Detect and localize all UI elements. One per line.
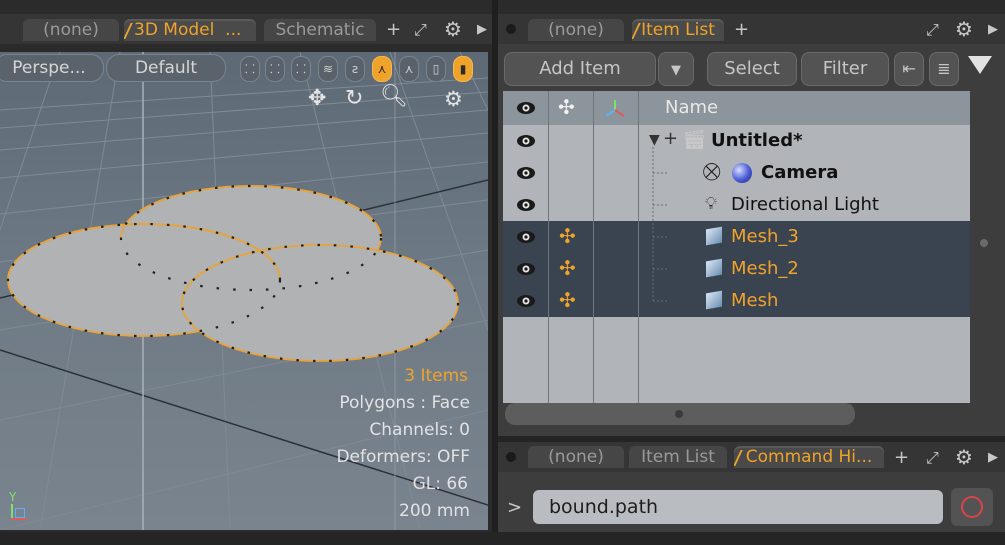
visibility-mode-5-icon[interactable]: ƨ (345, 56, 365, 82)
hierarchy-lines (652, 147, 669, 302)
pan-icon[interactable]: ✥ (308, 88, 326, 110)
list-item-label: Camera (761, 162, 839, 183)
column-divider[interactable] (593, 91, 594, 403)
gear-icon[interactable]: ⚙ (955, 18, 973, 40)
cube-icon (706, 290, 722, 310)
add-tab-icon[interactable]: + (894, 447, 909, 469)
record-button[interactable] (951, 488, 993, 526)
view-type-dropdown[interactable]: Perspe... (0, 54, 104, 82)
tab-item-list[interactable]: Item List (632, 19, 724, 41)
deformers-readout: Deformers: OFF (336, 447, 470, 467)
tab-scroll-right-icon[interactable]: ▶ (988, 19, 998, 41)
vertical-scrollbar[interactable] (970, 91, 1000, 403)
maximize-icon[interactable]: ⤢ (414, 19, 427, 41)
tab-none[interactable]: (none) (528, 446, 624, 468)
visibility-mode-9-icon[interactable]: ▮ (453, 56, 473, 82)
zoom-icon[interactable]: 🔍︎ (380, 86, 408, 108)
gl-readout: GL: 66 (412, 474, 468, 494)
select-button[interactable]: Select (707, 52, 797, 86)
visibility-mode-2-icon[interactable]: ⸬ (265, 56, 285, 82)
add-item-button[interactable]: Add Item (504, 52, 656, 86)
gear-icon[interactable]: ⚙ (955, 446, 973, 468)
chevron-down-icon: ▼ (671, 63, 681, 78)
add-item-dropdown[interactable]: ▼ (658, 52, 694, 86)
horizontal-scrollbar[interactable] (505, 403, 855, 425)
channels-readout: Channels: 0 (369, 420, 470, 440)
cube-icon (706, 258, 722, 278)
tab-scroll-right-icon[interactable]: ▶ (477, 19, 487, 41)
funnel-filter-icon[interactable] (968, 56, 992, 74)
command-input[interactable]: bound.path (533, 490, 943, 524)
visibility-mode-8-icon[interactable]: ▯ (426, 56, 446, 82)
rotate-icon[interactable]: ↻ (345, 88, 363, 110)
cube-icon (706, 226, 722, 246)
filter-button[interactable]: Filter (801, 52, 889, 86)
visibility-mode-3-icon[interactable]: ⸬ (291, 56, 311, 82)
panel-menu-icon[interactable] (506, 24, 516, 34)
axis-gizmo: Y (5, 490, 33, 524)
tab-3d-model[interactable]: 3D Model ... (124, 19, 256, 41)
grid-scale-readout: 200 mm (399, 501, 470, 521)
tab-command-history[interactable]: Command Hi... (734, 446, 884, 468)
list-item-label: Mesh (731, 290, 779, 311)
visibility-mode-1-icon[interactable]: ⸬ (240, 56, 260, 82)
list-item-label: Mesh_3 (731, 226, 799, 247)
visibility-mode-7-icon[interactable]: ⋏ (399, 56, 419, 82)
maximize-icon[interactable]: ⤢ (926, 19, 939, 41)
add-tab-icon[interactable]: + (734, 19, 749, 41)
light-icon: 💡︎ (705, 194, 717, 214)
tab-none[interactable]: (none) (23, 19, 119, 41)
scroll-handle[interactable] (675, 410, 683, 418)
item-count-readout: 3 Items (404, 366, 468, 386)
transform-column-icon[interactable] (604, 98, 626, 118)
visibility-column-eye-icon[interactable] (516, 100, 536, 116)
visibility-mode-4-icon[interactable]: ≋ (318, 56, 338, 82)
add-tab-icon[interactable]: + (386, 19, 401, 41)
name-column-header[interactable]: Name (665, 91, 718, 125)
polygons-readout: Polygons : Face (339, 393, 470, 413)
camera-sphere-icon (732, 163, 752, 183)
tab-item-list[interactable]: Item List (629, 446, 727, 468)
collapse-icon[interactable]: ⇤ (894, 52, 924, 86)
shading-dropdown[interactable]: Default (106, 54, 226, 82)
gear-icon[interactable]: ⚙ (444, 18, 462, 40)
column-divider[interactable] (548, 91, 549, 403)
column-divider[interactable] (638, 91, 639, 403)
lock-column-icon[interactable]: ✣ (558, 95, 575, 119)
scroll-handle[interactable] (980, 239, 988, 247)
maximize-icon[interactable]: ⤢ (926, 447, 939, 469)
camera-icon: ⛒ (703, 162, 721, 182)
list-options-icon[interactable]: ≣ (929, 52, 959, 86)
panel-menu-icon[interactable] (506, 452, 516, 462)
list-item-label: Untitled* (711, 130, 803, 151)
tab-scroll-right-icon[interactable]: ▶ (988, 447, 998, 469)
tab-none[interactable]: (none) (528, 19, 624, 41)
tab-schematic[interactable]: Schematic (264, 19, 376, 41)
item-list-header: ✣ Name (503, 91, 970, 125)
bottom-border (0, 532, 1005, 545)
axis-y-label: Y (9, 490, 17, 504)
record-icon (961, 496, 983, 518)
visibility-mode-6-icon[interactable]: ⋏ (372, 56, 392, 82)
command-prompt: > (507, 497, 523, 518)
viewport-settings-gear-icon[interactable]: ⚙ (444, 88, 463, 110)
list-item-label: Mesh_2 (731, 258, 799, 279)
list-item-label: Directional Light (731, 194, 879, 215)
